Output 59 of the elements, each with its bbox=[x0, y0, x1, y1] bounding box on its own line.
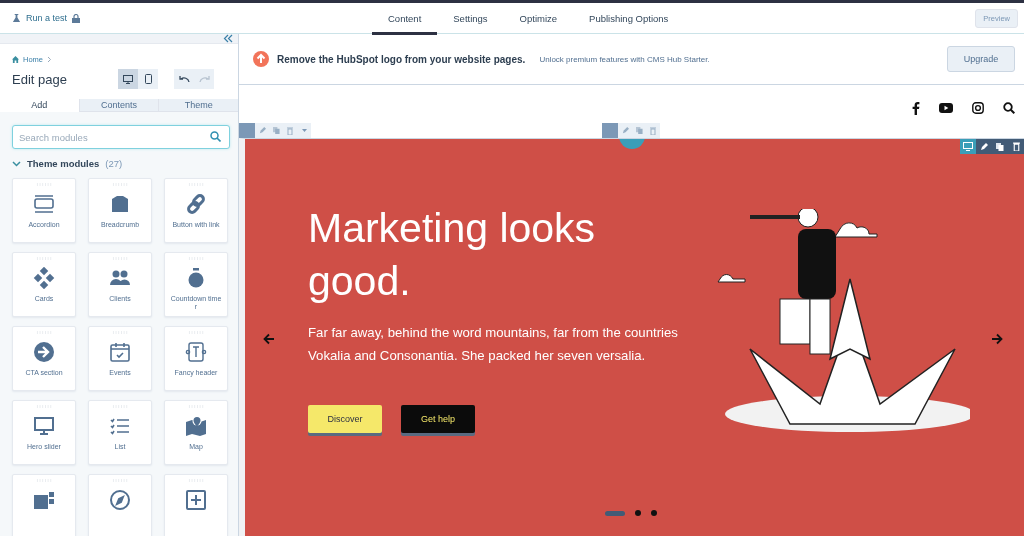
copy-icon[interactable] bbox=[996, 142, 1004, 151]
slide-indicator[interactable] bbox=[635, 510, 641, 516]
link-icon bbox=[185, 193, 207, 215]
calendar-icon bbox=[109, 341, 131, 363]
instagram-icon[interactable] bbox=[972, 102, 984, 114]
caret-icon[interactable] bbox=[301, 129, 307, 132]
hero-heading: Marketing looks good. bbox=[308, 203, 597, 306]
page-tab[interactable]: Settings bbox=[437, 4, 504, 35]
lock-icon bbox=[72, 13, 81, 23]
panel-title: Edit page bbox=[12, 71, 68, 87]
shirt-icon bbox=[109, 193, 131, 215]
section-toggle[interactable]: Theme modules (27) bbox=[12, 158, 230, 169]
help-button[interactable]: Get help bbox=[401, 405, 475, 434]
search-field[interactable]: Search modules bbox=[12, 125, 230, 149]
upload-arrow-icon bbox=[253, 51, 269, 67]
discover-button[interactable]: Discover bbox=[308, 405, 382, 434]
module-tile[interactable] bbox=[88, 474, 152, 536]
pencil-icon[interactable] bbox=[980, 142, 988, 151]
compass-icon bbox=[109, 489, 131, 511]
banner-title: Remove the HubSpot logo from your website pages. bbox=[277, 53, 526, 65]
desktop-view-button[interactable] bbox=[118, 69, 138, 89]
image-gallery-icon bbox=[33, 489, 55, 511]
panel-tab[interactable]: Contents bbox=[78, 99, 159, 112]
undo-icon bbox=[178, 75, 190, 83]
mobile-view-button[interactable] bbox=[138, 69, 158, 89]
slide-indicator[interactable] bbox=[651, 510, 657, 516]
banner-text: Unlock premium features with CMS Hub Starter. bbox=[539, 54, 710, 64]
page-tab[interactable]: Publishing Options bbox=[573, 4, 685, 35]
next-arrow-icon[interactable] bbox=[991, 333, 1003, 345]
search-icon bbox=[210, 131, 221, 142]
desktop-icon[interactable] bbox=[960, 139, 976, 154]
redo-icon bbox=[198, 75, 210, 83]
panel-tab[interactable]: Theme bbox=[158, 99, 238, 112]
hero-text: Far far away, behind the word mountains, far from the countries Vokalia and Consonantia. She packed her seven versalia. bbox=[308, 324, 679, 366]
run-test-link[interactable]: Run a test bbox=[12, 13, 372, 23]
phone-icon bbox=[144, 74, 152, 84]
youtube-icon[interactable] bbox=[939, 103, 953, 113]
monitor-icon bbox=[123, 74, 133, 84]
text-frame-icon bbox=[185, 341, 207, 363]
upgrade-button[interactable]: Upgrade bbox=[947, 46, 1015, 72]
flask-icon bbox=[12, 13, 21, 23]
page-tab[interactable]: Optimize bbox=[503, 4, 574, 35]
page-tab[interactable]: Content bbox=[372, 4, 438, 35]
facebook-icon[interactable] bbox=[912, 101, 920, 115]
diamond-icon bbox=[33, 267, 55, 289]
previous-arrow-icon[interactable] bbox=[263, 333, 275, 345]
plus-square-icon bbox=[185, 489, 207, 511]
module-tile[interactable] bbox=[164, 474, 228, 536]
search-icon[interactable] bbox=[1003, 102, 1015, 114]
module-tile[interactable] bbox=[12, 474, 76, 536]
monitor-icon bbox=[33, 415, 55, 437]
chevron-icon bbox=[12, 160, 21, 167]
home-icon bbox=[12, 56, 19, 63]
arrow-circle-icon bbox=[33, 341, 55, 363]
accordion-icon bbox=[33, 193, 55, 215]
collapse-icon[interactable] bbox=[223, 34, 233, 43]
undo-button[interactable] bbox=[174, 69, 194, 89]
chevron-icon bbox=[47, 56, 52, 63]
map-icon bbox=[185, 415, 207, 437]
